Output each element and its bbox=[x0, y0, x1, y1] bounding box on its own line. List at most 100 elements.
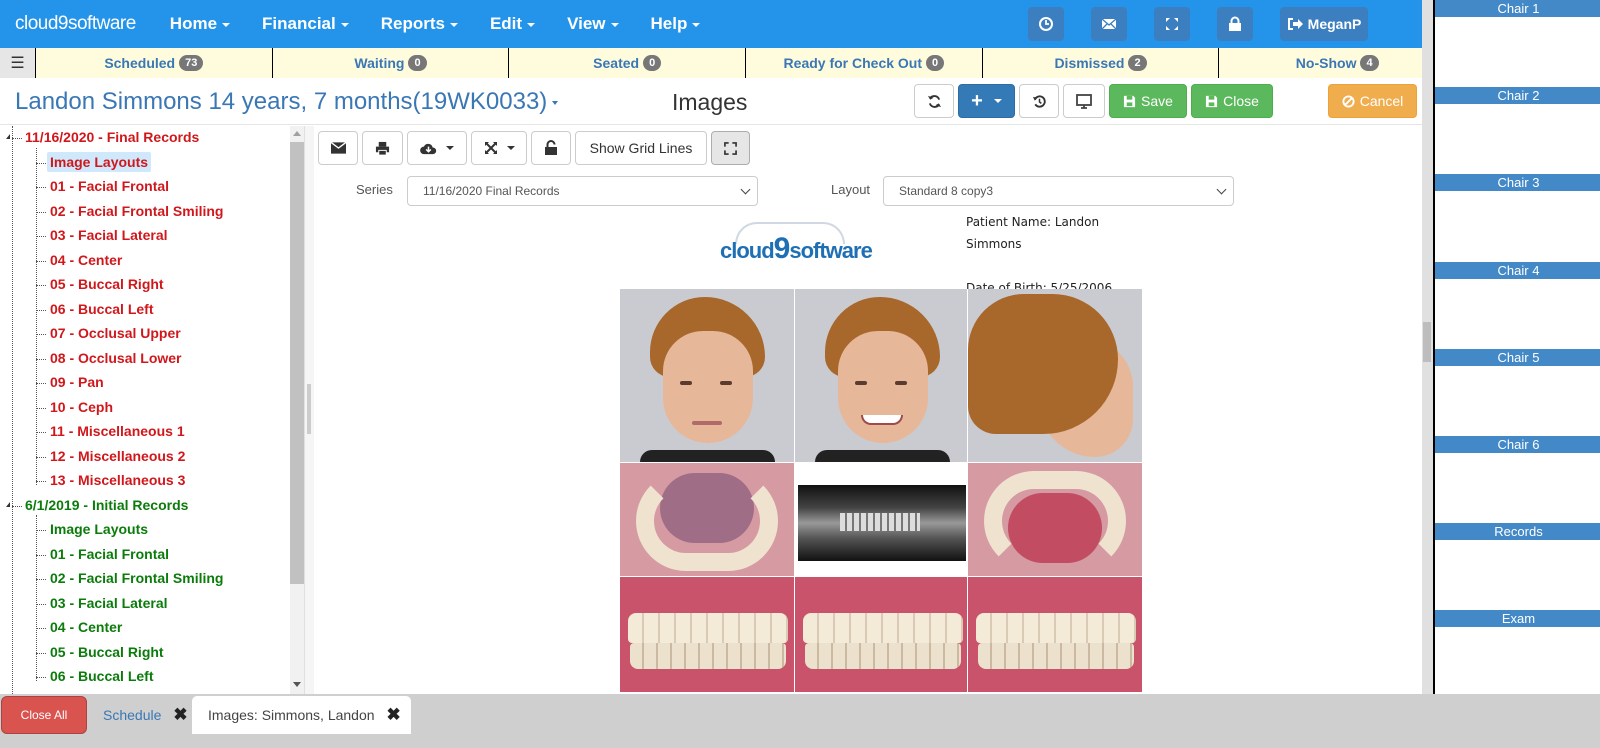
splitter-grip[interactable] bbox=[307, 384, 311, 434]
lock-button[interactable] bbox=[1217, 7, 1253, 41]
tree-series-node[interactable]: 6/1/2019 - Initial Records bbox=[25, 497, 188, 513]
image-center[interactable] bbox=[795, 577, 967, 692]
status-tab-scheduled[interactable]: Scheduled 73 bbox=[36, 48, 273, 78]
status-tab-dismissed[interactable]: Dismissed 2 bbox=[982, 48, 1220, 78]
series-select[interactable]: 11/16/2020 Final Records bbox=[407, 176, 758, 206]
chair-header[interactable]: Chair 3 bbox=[1435, 174, 1600, 192]
image-occlusal-lower[interactable] bbox=[968, 463, 1142, 576]
image-facial-frontal[interactable] bbox=[620, 289, 794, 462]
scroll-up-arrow-icon[interactable] bbox=[293, 131, 301, 136]
image-buccal-left[interactable] bbox=[968, 577, 1142, 692]
show-grid-lines-button[interactable]: Show Grid Lines bbox=[575, 131, 707, 165]
tab-label: Schedule bbox=[103, 707, 162, 723]
tree-scrollbar[interactable] bbox=[290, 126, 304, 694]
status-tab-ready-for-checkout[interactable]: Ready for Check Out 0 bbox=[746, 48, 983, 78]
image-facial-frontal-smiling[interactable] bbox=[795, 289, 967, 462]
tree-item[interactable]: 09 - Pan bbox=[50, 374, 104, 390]
tree-item[interactable]: Image Layouts bbox=[50, 521, 148, 537]
status-tab-seated[interactable]: Seated 0 bbox=[509, 48, 747, 78]
tree-item[interactable]: 04 - Center bbox=[50, 619, 122, 635]
chair-header[interactable]: Chair 6 bbox=[1435, 436, 1600, 453]
image-occlusal-upper[interactable] bbox=[620, 463, 794, 576]
tree-item[interactable]: 05 - Buccal Right bbox=[50, 276, 164, 292]
tree-item[interactable]: 02 - Facial Frontal Smiling bbox=[50, 570, 223, 586]
scroll-down-arrow-icon[interactable] bbox=[293, 682, 301, 687]
save-button[interactable]: Save bbox=[1109, 84, 1187, 118]
status-tab-no-show[interactable]: No-Show 4 bbox=[1219, 48, 1457, 78]
layout-select[interactable]: Standard 8 copy3 bbox=[883, 176, 1234, 206]
tree-scroll-thumb[interactable] bbox=[290, 142, 304, 584]
menu-home[interactable]: Home bbox=[154, 14, 246, 34]
tree-item[interactable]: 02 - Facial Frontal Smiling bbox=[50, 203, 223, 219]
caret-down-icon bbox=[610, 22, 619, 27]
patient-selector[interactable]: Landon Simmons 14 years, 7 months(19WK00… bbox=[15, 88, 559, 116]
close-tab-icon[interactable]: ✖ bbox=[387, 705, 401, 725]
user-logout-button[interactable]: MeganP bbox=[1280, 7, 1368, 41]
download-dropdown-button[interactable] bbox=[407, 131, 467, 165]
close-button[interactable]: Close bbox=[1191, 84, 1273, 118]
tree-item[interactable]: 10 - Ceph bbox=[50, 399, 113, 415]
fullscreen-button[interactable] bbox=[1154, 7, 1190, 41]
tree-item[interactable]: Image Layouts bbox=[47, 151, 152, 172]
print-button[interactable] bbox=[362, 131, 403, 165]
tree-item[interactable]: 05 - Buccal Right bbox=[50, 644, 164, 660]
close-tab-icon[interactable]: ✖ bbox=[173, 705, 187, 725]
display-button[interactable] bbox=[1063, 84, 1105, 118]
tree-item[interactable]: 04 - Center bbox=[50, 252, 122, 268]
image-facial-lateral[interactable] bbox=[968, 289, 1142, 462]
brand-logo[interactable]: cloud9software bbox=[15, 13, 136, 35]
expanded-triangle-icon[interactable] bbox=[6, 134, 10, 139]
fit-screen-button[interactable] bbox=[711, 131, 750, 165]
tree-connector bbox=[12, 505, 22, 507]
tree-item[interactable]: 06 - Buccal Left bbox=[50, 301, 153, 317]
email-button[interactable] bbox=[318, 131, 358, 165]
mail-button[interactable] bbox=[1091, 7, 1127, 41]
tree-item[interactable]: 08 - Occlusal Lower bbox=[50, 350, 182, 366]
chair-header[interactable]: Chair 1 bbox=[1435, 0, 1600, 17]
tree-series-node[interactable]: 11/16/2020 - Final Records bbox=[25, 129, 199, 145]
floppy-disk-icon bbox=[1123, 95, 1136, 107]
refresh-button[interactable] bbox=[914, 84, 954, 118]
close-all-button[interactable]: Close All bbox=[1, 696, 87, 734]
image-layout-grid bbox=[620, 289, 1142, 692]
tree-item[interactable]: 11 - Miscellaneous 1 bbox=[50, 423, 185, 439]
main-menu: Home Financial Reports Edit View Help bbox=[154, 14, 717, 34]
pane-splitter[interactable] bbox=[304, 126, 314, 694]
cancel-button[interactable]: Cancel bbox=[1328, 84, 1417, 118]
history-button[interactable] bbox=[1019, 84, 1059, 118]
tree-item[interactable]: 12 - Miscellaneous 2 bbox=[50, 448, 185, 464]
chair-header[interactable]: Chair 2 bbox=[1435, 87, 1600, 105]
clock-button[interactable] bbox=[1028, 7, 1064, 41]
menu-financial[interactable]: Financial bbox=[246, 14, 365, 34]
main-scroll-thumb[interactable] bbox=[1423, 322, 1431, 362]
menu-help[interactable]: Help bbox=[635, 14, 717, 34]
tree-item[interactable]: 06 - Buccal Left bbox=[50, 668, 153, 684]
tree-item[interactable]: 01 - Facial Frontal bbox=[50, 178, 169, 194]
tree-connector bbox=[36, 456, 46, 458]
chair-header[interactable]: Records bbox=[1435, 523, 1600, 541]
status-tab-waiting[interactable]: Waiting 0 bbox=[272, 48, 510, 78]
menu-reports[interactable]: Reports bbox=[365, 14, 474, 34]
unlock-button[interactable] bbox=[531, 131, 571, 165]
tree-item[interactable]: 01 - Facial Frontal bbox=[50, 546, 169, 562]
add-dropdown-button[interactable]: + bbox=[958, 84, 1015, 118]
tree-item[interactable]: 03 - Facial Lateral bbox=[50, 595, 168, 611]
image-panoramic[interactable] bbox=[795, 463, 967, 576]
resize-dropdown-button[interactable] bbox=[471, 131, 527, 165]
chair-header[interactable]: Chair 4 bbox=[1435, 261, 1600, 279]
hamburger-menu-button[interactable]: ☰ bbox=[0, 48, 35, 78]
image-buccal-right[interactable] bbox=[620, 577, 794, 692]
tab-schedule[interactable]: Schedule ✖ bbox=[103, 696, 188, 734]
chair-header[interactable]: Chair 5 bbox=[1435, 348, 1600, 366]
tree-item[interactable]: 13 - Miscellaneous 3 bbox=[50, 472, 185, 488]
main-scrollbar[interactable] bbox=[1422, 0, 1433, 694]
expanded-triangle-icon[interactable] bbox=[6, 501, 10, 507]
tree-item[interactable]: 07 - Occlusal Upper bbox=[50, 325, 181, 341]
unlock-icon bbox=[545, 140, 557, 155]
tree-item[interactable]: 03 - Facial Lateral bbox=[50, 227, 168, 243]
menu-view[interactable]: View bbox=[551, 14, 634, 34]
menu-edit[interactable]: Edit bbox=[474, 14, 551, 34]
image-toolbar: Show Grid Lines bbox=[318, 131, 750, 165]
chair-header[interactable]: Exam bbox=[1435, 610, 1600, 628]
tab-images-simmons[interactable]: Images: Simmons, Landon ✖ bbox=[192, 696, 411, 734]
